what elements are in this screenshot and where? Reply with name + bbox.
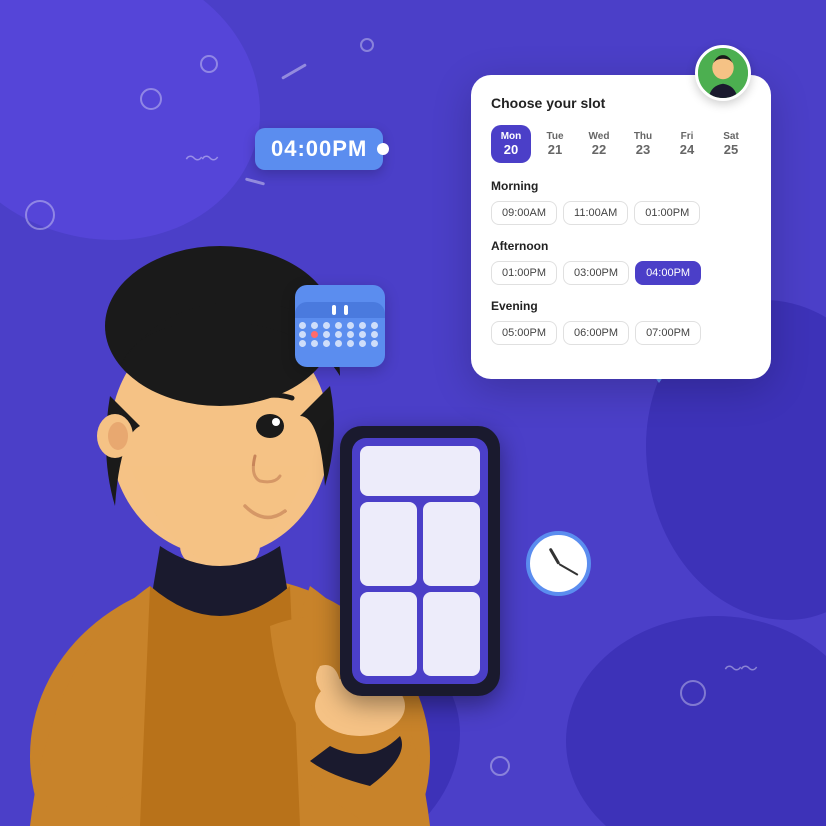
slot-1100am[interactable]: 11:00AM <box>563 201 628 225</box>
avatar <box>695 45 751 101</box>
time-tag-floating: 04:00PM <box>255 128 383 170</box>
afternoon-label: Afternoon <box>491 239 751 253</box>
phone-in-hand <box>340 426 520 706</box>
phone-widget-left <box>360 502 417 586</box>
deco-circle-5 <box>680 680 706 706</box>
slot-600pm[interactable]: 06:00PM <box>563 321 629 345</box>
slot-900am[interactable]: 09:00AM <box>491 201 557 225</box>
slot-400pm[interactable]: 04:00PM <box>635 261 701 285</box>
slot-100pm[interactable]: 01:00PM <box>491 261 557 285</box>
phone-widget-right <box>423 502 480 586</box>
bg-blob-bottom-right <box>566 616 826 826</box>
slot-300pm[interactable]: 03:00PM <box>563 261 629 285</box>
day-wed[interactable]: Wed 22 <box>579 125 619 163</box>
morning-slots: 09:00AM 11:00AM 01:00PM <box>491 201 751 225</box>
deco-circle-2 <box>360 38 374 52</box>
clock-icon <box>526 531 591 596</box>
deco-circle-6 <box>490 756 510 776</box>
evening-label: Evening <box>491 299 751 313</box>
day-mon[interactable]: Mon 20 <box>491 125 531 163</box>
morning-label: Morning <box>491 179 751 193</box>
time-tag-label: 04:00PM <box>271 136 367 161</box>
slot-700pm[interactable]: 07:00PM <box>635 321 701 345</box>
wavy-line-2: 〜〜 <box>724 655 756 681</box>
phone-widget-bottom-right <box>423 592 480 676</box>
dash-line-1 <box>281 63 307 80</box>
slot-100pm-morning[interactable]: 01:00PM <box>634 201 700 225</box>
deco-circle-1 <box>200 55 218 73</box>
afternoon-slots: 01:00PM 03:00PM 04:00PM <box>491 261 751 285</box>
day-tue[interactable]: Tue 21 <box>535 125 575 163</box>
slot-500pm[interactable]: 05:00PM <box>491 321 557 345</box>
day-thu[interactable]: Thu 23 <box>623 125 663 163</box>
schedule-card: Choose your slot Mon 20 Tue 21 Wed 22 Th… <box>471 75 771 379</box>
day-selector[interactable]: Mon 20 Tue 21 Wed 22 Thu 23 Fri 24 Sat 2… <box>491 125 751 163</box>
phone-widget-top <box>360 446 480 496</box>
phone-widget-bottom-left <box>360 592 417 676</box>
day-fri[interactable]: Fri 24 <box>667 125 707 163</box>
day-sat[interactable]: Sat 25 <box>711 125 751 163</box>
evening-slots: 05:00PM 06:00PM 07:00PM <box>491 321 751 345</box>
background: 〜〜 〜〜 04:00PM <box>0 0 826 826</box>
calendar-icon <box>295 285 385 367</box>
